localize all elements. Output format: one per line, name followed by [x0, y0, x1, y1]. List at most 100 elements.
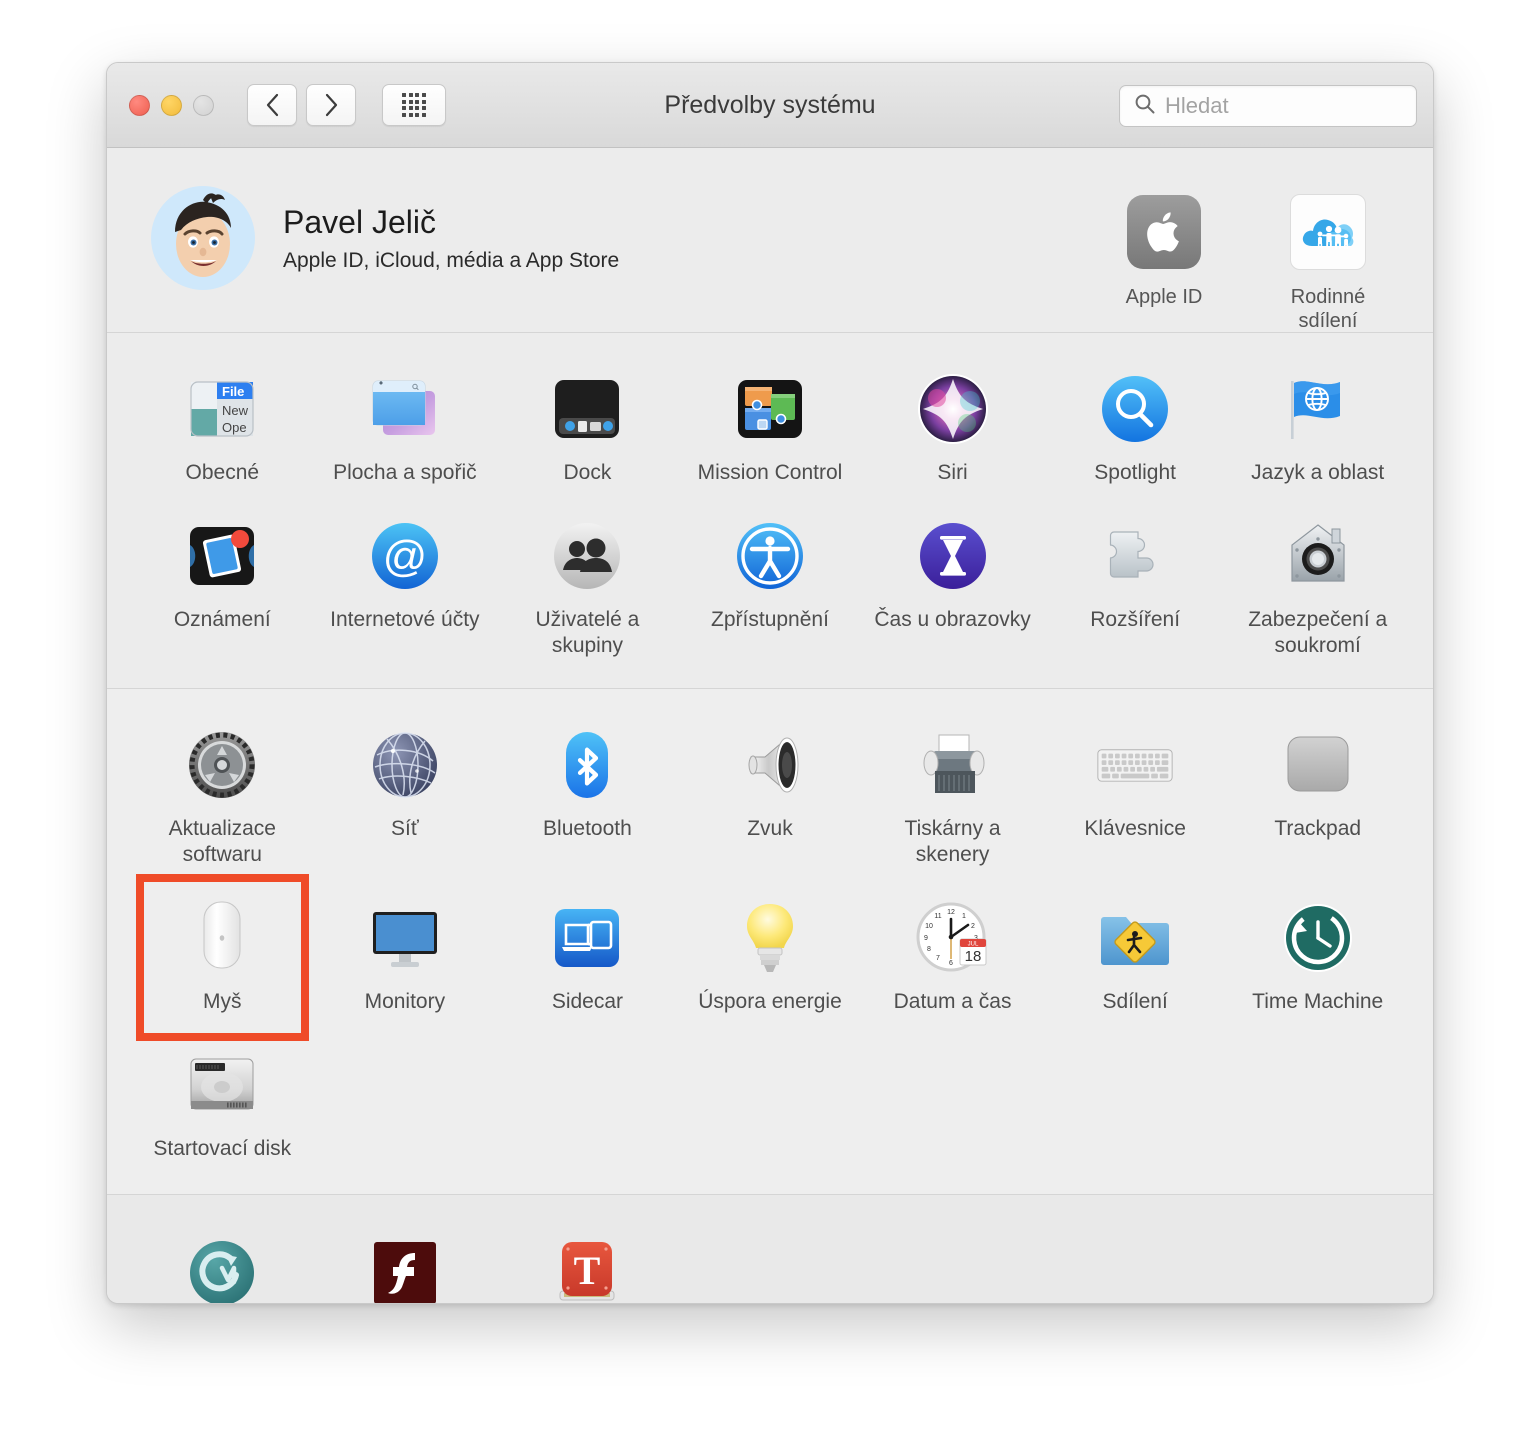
pref-dock[interactable]: Dock [496, 355, 679, 496]
pref-label: Datum a čas [893, 990, 1012, 1014]
svg-text:12: 12 [947, 909, 955, 916]
svg-text:@: @ [383, 532, 428, 581]
pref-internetove-ucty[interactable]: @ Internetové účty [314, 502, 497, 669]
pref-zabezpeceni-a-soukromi[interactable]: Zabezpečení a soukromí [1226, 502, 1409, 669]
pref-apple-id[interactable]: Apple ID [1099, 192, 1229, 334]
pref-zpristupneni[interactable]: Zpřístupnění [679, 502, 862, 669]
navigation-buttons [247, 84, 356, 126]
internet-accounts-icon: @ [365, 516, 445, 596]
pref-aktualizace-softwaru[interactable]: Aktualizace softwaru [131, 711, 314, 878]
pref-label: Trackpad [1274, 817, 1362, 841]
svg-text:11: 11 [934, 913, 941, 920]
preferences-grid: CodeMeter Flash Player [107, 1219, 1433, 1303]
pref-cas-u-obrazovky[interactable]: Čas u obrazovky [861, 502, 1044, 669]
pref-uspora-energie[interactable]: Úspora energie [679, 884, 862, 1025]
pref-oznameni[interactable]: Oznámení [131, 502, 314, 669]
pref-label: Plocha a spořič [333, 461, 477, 484]
preferences-grid: File New Ope Obecné Plocha a spořič Dock… [107, 355, 1433, 668]
extensions-puzzle-icon [1095, 516, 1175, 596]
search-field[interactable]: Hledat [1119, 85, 1417, 127]
pref-label: Apple ID [1125, 286, 1203, 308]
pref-family-sharing[interactable]: Rodinné sdílení [1263, 192, 1393, 334]
pref-klavesnice[interactable]: Klávesnice [1044, 711, 1227, 878]
pref-startovaci-disk[interactable]: Startovací disk [131, 1031, 314, 1172]
pref-label: Sdílení [1102, 990, 1168, 1014]
pref-label: Zpřístupnění [711, 607, 829, 631]
flash-player-icon [365, 1233, 445, 1303]
zoom-button-icon [193, 94, 214, 116]
displays-icon [365, 898, 445, 978]
account-name: Pavel Jelič [283, 203, 436, 240]
pref-bluetooth[interactable]: Bluetooth [496, 711, 679, 878]
pref-mys[interactable]: Myš [131, 874, 314, 1041]
codemeter-icon [182, 1233, 262, 1303]
svg-text:7: 7 [936, 955, 940, 962]
pref-zvuk[interactable]: Zvuk [679, 711, 862, 878]
trackpad-icon [1278, 725, 1358, 805]
pref-label: Jazyk a oblast [1251, 461, 1385, 484]
pref-monitory[interactable]: Monitory [314, 884, 497, 1025]
pref-spotlight[interactable]: Spotlight [1044, 355, 1227, 496]
chevron-right-icon [324, 93, 339, 117]
pref-siri[interactable]: Siri [861, 355, 1044, 496]
pref-time-machine[interactable]: Time Machine [1226, 884, 1409, 1025]
svg-text:JUL: JUL [967, 942, 978, 948]
security-privacy-icon [1278, 516, 1358, 596]
tuxera-ntfs-icon: T [547, 1233, 627, 1303]
svg-text:18: 18 [964, 948, 981, 965]
show-all-button[interactable] [382, 84, 446, 126]
grid-spacer [861, 1219, 1044, 1303]
hardware-preferences-section: Aktualizace softwaru Síť Bluetooth Zvuk … [107, 689, 1433, 1194]
pref-label: Zvuk [747, 817, 793, 841]
pref-datum-a-cas[interactable]: 1212 345 678 91011 JUL [861, 884, 1044, 1025]
account-text: Pavel Jelič Apple ID, iCloud, média a Ap… [283, 204, 619, 273]
pref-tiskarny-a-skenery[interactable]: Tiskárny a skenery [861, 711, 1044, 878]
account-section: Pavel Jelič Apple ID, iCloud, média a Ap… [107, 148, 1433, 332]
third-party-preferences-section: CodeMeter Flash Player [107, 1194, 1433, 1303]
forward-button[interactable] [306, 84, 356, 126]
pref-label: Time Machine [1252, 990, 1384, 1014]
avatar[interactable] [151, 186, 255, 290]
pref-label: Siri [937, 461, 968, 484]
pref-sdileni[interactable]: Sdílení [1044, 884, 1227, 1025]
pref-rozsireni[interactable]: Rozšíření [1044, 502, 1227, 669]
grid-spacer [679, 1219, 862, 1303]
pref-uzivatele-a-skupiny[interactable]: Uživatelé a skupiny [496, 502, 679, 669]
users-groups-icon [547, 516, 627, 596]
pref-label: Sidecar [551, 990, 624, 1014]
memoji-avatar-icon [175, 193, 231, 277]
software-update-gear-icon [182, 725, 262, 805]
pref-plocha-a-sporic[interactable]: Plocha a spořič [314, 355, 497, 496]
pref-label: Zabezpečení a soukromí [1248, 607, 1388, 657]
svg-text:6: 6 [949, 960, 953, 967]
traffic-light-group [129, 94, 214, 116]
pref-sidecar[interactable]: Sidecar [496, 884, 679, 1025]
svg-text:9: 9 [924, 935, 928, 942]
search-icon [1120, 93, 1156, 120]
mission-control-icon [730, 369, 810, 449]
pref-flash-player[interactable]: Flash Player [314, 1219, 497, 1303]
minimize-button-icon[interactable] [161, 94, 182, 116]
pref-mission-control[interactable]: Mission Control [679, 355, 862, 496]
svg-text:10: 10 [925, 923, 933, 930]
pref-jazyk-a-oblast[interactable]: Jazyk a oblast [1226, 355, 1409, 496]
pref-label: Obecné [185, 461, 260, 484]
pref-obecne[interactable]: File New Ope Obecné [131, 355, 314, 496]
screen-time-icon [913, 516, 993, 596]
pref-label: Úspora energie [698, 990, 842, 1014]
pref-label: Internetové účty [330, 607, 480, 631]
pref-codemeter[interactable]: CodeMeter [131, 1219, 314, 1303]
pref-sit[interactable]: Síť [314, 711, 497, 878]
mouse-icon [182, 898, 262, 978]
pref-tuxera-ntfs[interactable]: T Tuxera NTFS [496, 1219, 679, 1303]
date-time-clock-icon: 1212 345 678 91011 JUL [913, 898, 993, 978]
close-button-icon[interactable] [129, 94, 150, 116]
startup-disk-icon [182, 1045, 262, 1125]
back-button[interactable] [247, 84, 297, 126]
grid-spacer [1226, 1219, 1409, 1303]
pref-trackpad[interactable]: Trackpad [1226, 711, 1409, 878]
pref-label: Startovací disk [153, 1136, 292, 1160]
pref-label: Dock [563, 461, 612, 484]
bluetooth-icon [547, 725, 627, 805]
language-region-flag-icon [1278, 369, 1358, 449]
